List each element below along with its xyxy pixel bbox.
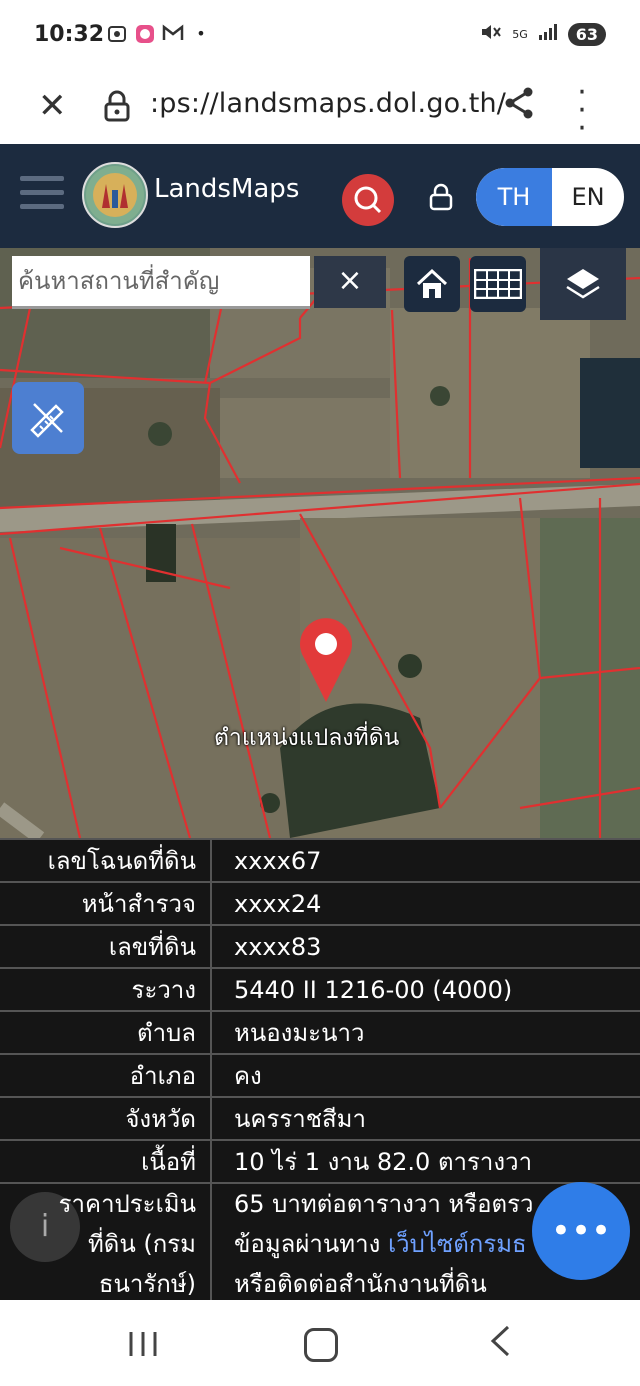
treasury-website-link[interactable]: เว็บไซต์กรมธ <box>388 1230 527 1258</box>
pin-label: ตำแหน่งแปลงที่ดิน <box>214 725 400 751</box>
price-text: ข้อมูลผ่านทาง <box>234 1230 388 1258</box>
dot-icon: • <box>196 24 206 43</box>
grid-icon <box>474 269 522 299</box>
network-label: 5G <box>512 27 528 41</box>
row-value: xxxx24 <box>211 881 640 925</box>
location-pin-icon[interactable] <box>296 614 356 708</box>
row-key: จังหวัด <box>0 1096 212 1140</box>
info-icon[interactable]: i <box>10 1192 80 1262</box>
home-button[interactable] <box>404 256 460 312</box>
system-nav-bar <box>0 1300 640 1386</box>
table-row: จังหวัด นครราชสีมา <box>0 1096 640 1140</box>
row-key: ตำบล <box>0 1010 212 1054</box>
row-value: 10 ไร่ 1 งาน 82.0 ตารางวา <box>211 1139 640 1183</box>
app-title: LandsMaps <box>154 174 300 204</box>
app-icon <box>134 24 156 44</box>
home-icon <box>416 268 448 298</box>
table-row: เลขโฉนดที่ดิน xxxx67 <box>0 838 640 882</box>
price-key-line: ธนารักษ์) <box>98 1270 196 1298</box>
home-nav-icon[interactable] <box>304 1328 338 1362</box>
row-value: นครราชสีมา <box>211 1096 640 1140</box>
login-lock-icon[interactable] <box>428 182 454 216</box>
lang-th-option[interactable]: TH <box>476 168 552 226</box>
row-key: หน้าสำรวจ <box>0 881 212 925</box>
url-text[interactable]: :ps://landsmaps.dol.go.th/ <box>150 88 506 119</box>
lock-icon[interactable] <box>104 90 130 126</box>
row-key: เลขโฉนดที่ดิน <box>0 838 212 882</box>
battery-indicator: 63 <box>567 22 606 46</box>
status-notification-icons: • <box>106 24 212 44</box>
grid-button[interactable] <box>470 256 526 312</box>
close-tab-button[interactable]: ✕ <box>38 86 67 126</box>
table-row: หน้าสำรวจ xxxx24 <box>0 881 640 925</box>
row-key: ระวาง <box>0 967 212 1011</box>
place-search-field[interactable] <box>12 256 310 309</box>
place-search-input[interactable] <box>12 256 300 306</box>
measure-tool-button[interactable] <box>12 382 84 454</box>
search-button[interactable] <box>342 174 394 226</box>
status-system-icons: 5G 63 <box>480 22 606 46</box>
status-time: 10:32 <box>34 22 105 47</box>
layers-icon <box>566 269 600 299</box>
table-row: เนื้อที่ 10 ไร่ 1 งาน 82.0 ตารางวา <box>0 1139 640 1183</box>
row-key: เนื้อที่ <box>0 1139 212 1183</box>
back-nav-icon[interactable] <box>488 1324 512 1367</box>
browser-url-bar: ✕ :ps://landsmaps.dol.go.th/ · · · <box>0 72 640 144</box>
language-toggle[interactable]: TH EN <box>476 168 624 226</box>
recent-apps-icon[interactable] <box>128 1330 158 1362</box>
more-menu-icon[interactable]: · · · <box>572 78 592 144</box>
lang-en-option[interactable]: EN <box>552 168 624 226</box>
status-bar: 10:32 • 5G 63 <box>0 0 640 72</box>
table-row: เลขที่ดิน xxxx83 <box>0 924 640 968</box>
row-key: อำเภอ <box>0 1053 212 1097</box>
row-value: xxxx83 <box>211 924 640 968</box>
satellite-map[interactable]: × ตำแหน่งแปลงที่ดิน <box>0 248 640 838</box>
table-row: อำเภอ คง <box>0 1053 640 1097</box>
ruler-pencil-icon <box>30 403 64 438</box>
hamburger-menu-button[interactable] <box>20 176 64 218</box>
table-row: ตำบล หนองมะนาว <box>0 1010 640 1054</box>
signal-icon <box>538 23 558 45</box>
row-value: xxxx67 <box>211 838 640 882</box>
row-key: เลขที่ดิน <box>0 924 212 968</box>
clear-search-button[interactable]: × <box>314 256 386 308</box>
table-row: ระวาง 5440 II 1216-00 (4000) <box>0 967 640 1011</box>
department-seal-logo <box>82 162 148 228</box>
more-actions-fab[interactable]: ••• <box>532 1182 630 1280</box>
gmail-icon <box>162 24 184 44</box>
row-value: 5440 II 1216-00 (4000) <box>211 967 640 1011</box>
screenshot-icon <box>106 24 128 44</box>
row-value: หนองมะนาว <box>211 1010 640 1054</box>
share-icon[interactable] <box>504 86 534 124</box>
row-value: คง <box>211 1053 640 1097</box>
search-icon <box>354 186 382 214</box>
mute-icon <box>480 22 502 46</box>
app-header: LandsMaps TH EN <box>0 144 640 248</box>
layers-button[interactable] <box>540 248 626 320</box>
